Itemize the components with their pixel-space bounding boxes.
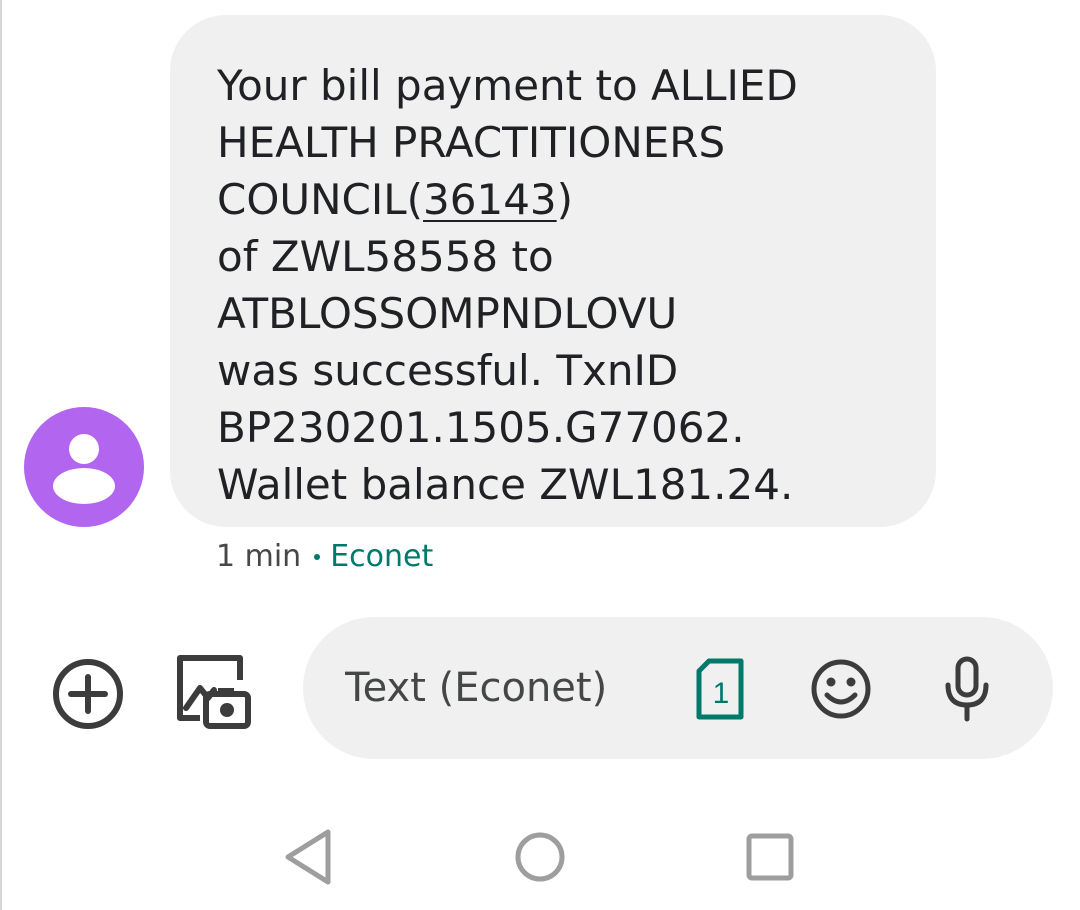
nav-home-button[interactable] <box>500 822 580 892</box>
add-attachment-button[interactable] <box>46 652 130 736</box>
message-time: 1 min <box>216 538 302 574</box>
gallery-camera-button[interactable] <box>170 650 256 736</box>
microphone-icon <box>945 656 989 722</box>
voice-input-button[interactable] <box>939 655 995 723</box>
message-link-prefix: COUNCIL( <box>217 175 424 224</box>
sender-avatar[interactable] <box>24 407 144 527</box>
add-circle-icon <box>53 659 123 729</box>
phone-number-link[interactable]: 36143 <box>423 175 557 224</box>
message-line-4: of ZWL58558 to <box>217 232 554 281</box>
compose-bar: 1 <box>303 617 1053 759</box>
nav-recents-button[interactable] <box>730 822 810 892</box>
message-line-7: BP230201.1505.G77062. <box>217 403 745 452</box>
separator-dot <box>314 554 321 560</box>
message-line-1: Your bill payment to ALLIED <box>217 61 798 110</box>
message-input[interactable] <box>345 657 645 719</box>
message-line-6: was successful. TxnID <box>217 346 679 395</box>
message-carrier: Econet <box>330 538 434 574</box>
home-circle-icon <box>515 832 565 882</box>
screen-edge <box>0 0 2 910</box>
sim-slot-number: 1 <box>713 677 730 710</box>
message-line-2: HEALTH PRACTITIONERS <box>217 118 726 167</box>
message-bubble[interactable]: Your bill payment to ALLIED HEALTH PRACT… <box>170 15 936 527</box>
message-metadata: 1 min Econet <box>216 534 433 578</box>
message-link-suffix: ) <box>556 175 574 224</box>
emoji-icon <box>811 659 871 719</box>
nav-back-button[interactable] <box>270 822 350 892</box>
message-line-8: Wallet balance ZWL181.24. <box>217 460 794 509</box>
sim-card-icon: 1 <box>696 658 744 720</box>
system-navigation-bar <box>0 800 1080 910</box>
messages-screen: Your bill payment to ALLIED HEALTH PRACT… <box>0 0 1080 910</box>
emoji-button[interactable] <box>809 657 873 721</box>
message-line-3: COUNCIL(36143) <box>217 171 906 228</box>
message-line-5: ATBLOSSOMPNDLOVU <box>217 289 678 338</box>
gallery-camera-icon <box>177 655 251 729</box>
recents-square-icon <box>746 833 794 881</box>
back-triangle-icon <box>285 829 331 885</box>
sim-select-button[interactable]: 1 <box>691 657 749 721</box>
person-icon <box>53 434 115 504</box>
